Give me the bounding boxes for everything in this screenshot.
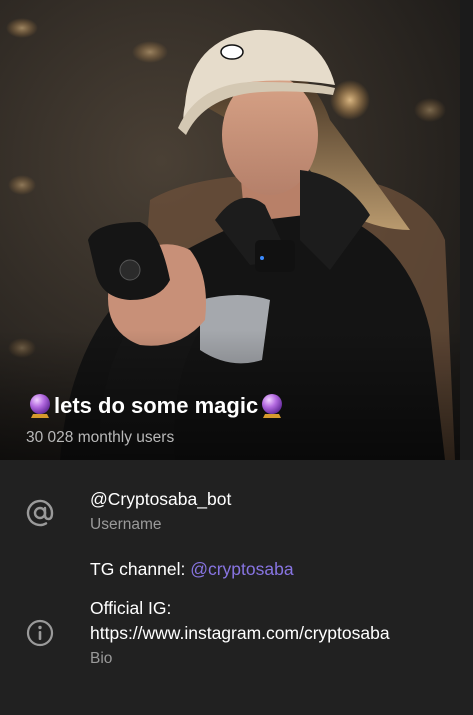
at-sign-icon (26, 499, 54, 527)
ig-url: https://www.instagram.com/cryptosaba (90, 623, 390, 643)
bio-label: Bio (90, 650, 113, 667)
info-icon (26, 619, 54, 647)
username-text: @Cryptosaba_bot Username (90, 487, 450, 536)
tg-channel-line: TG channel: @cryptosaba (90, 557, 450, 582)
scroll-gutter (460, 0, 473, 460)
tg-channel-prefix: TG channel: (90, 559, 191, 579)
profile-photo[interactable]: lets do some magic 30 028 monthly users (0, 0, 460, 460)
bot-profile-panel: lets do some magic 30 028 monthly users … (0, 0, 473, 715)
username-label: Username (90, 516, 162, 533)
bio-text: TG channel: @cryptosaba Official IG: htt… (90, 557, 450, 670)
tg-channel-link[interactable]: @cryptosaba (190, 559, 293, 579)
bot-title: lets do some magic (26, 393, 286, 419)
ig-label: Official IG: (90, 598, 172, 618)
crystal-ball-icon (30, 394, 50, 418)
username-value[interactable]: @Cryptosaba_bot (90, 487, 450, 512)
bot-title-text: lets do some magic (54, 393, 259, 418)
crystal-ball-icon (262, 394, 283, 418)
monthly-users: 30 028 monthly users (26, 429, 175, 446)
